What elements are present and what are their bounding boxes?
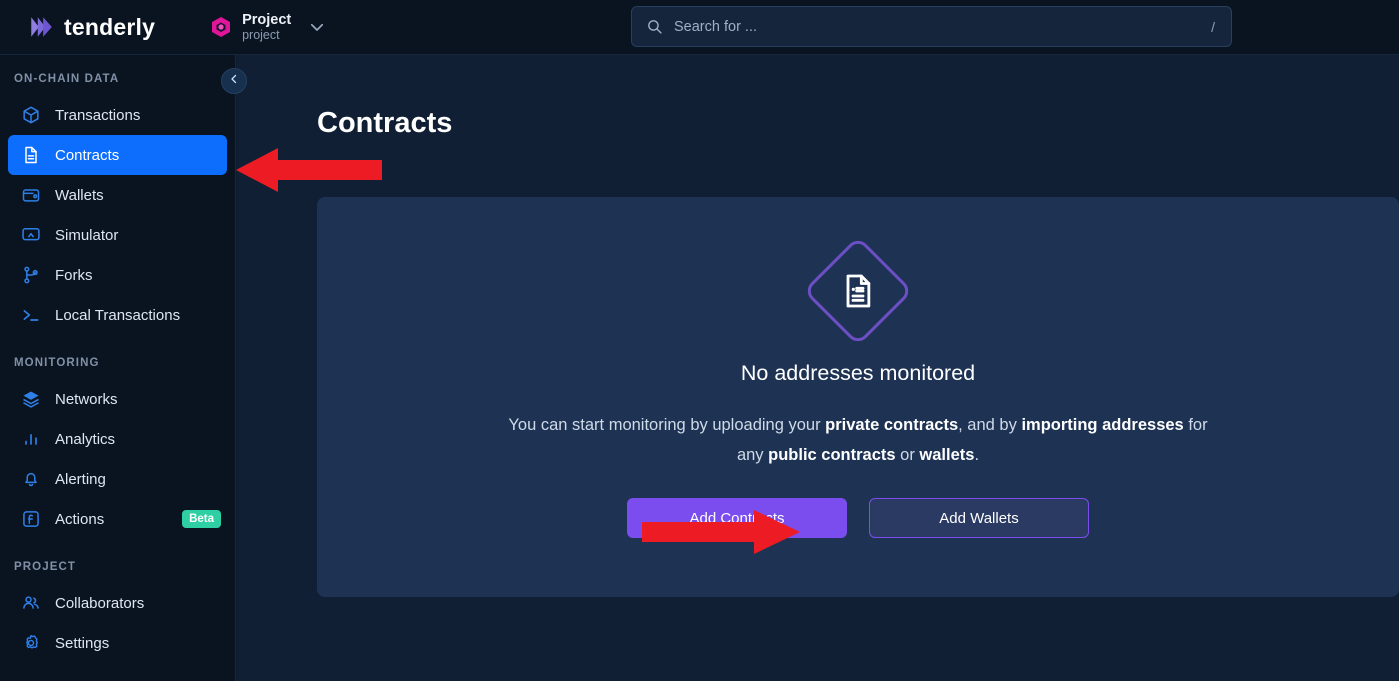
document-in-diamond-icon	[802, 235, 914, 347]
sidebar-section-label-monitoring: MONITORING	[14, 357, 100, 369]
sidebar-section-label-project: PROJECT	[14, 561, 77, 573]
cube-icon	[21, 105, 41, 125]
search-input[interactable]	[674, 18, 1174, 35]
arrow-pointing-to-contracts-nav	[236, 148, 382, 192]
sidebar-item-label: Forks	[55, 266, 93, 284]
sidebar-item-label: Simulator	[55, 226, 119, 244]
desc-part-bold: private contracts	[825, 416, 959, 434]
sidebar-item-label: Settings	[55, 634, 110, 652]
sidebar-item-label: Transactions	[55, 106, 141, 124]
empty-state: No addresses monitored You can start mon…	[317, 197, 1399, 597]
document-icon	[21, 145, 41, 165]
users-icon	[21, 593, 41, 613]
bar-chart-icon	[21, 429, 41, 449]
sidebar-item-label: Collaborators	[55, 594, 145, 612]
project-subtitle: project	[242, 28, 280, 43]
sidebar-item-analytics[interactable]: Analytics	[8, 419, 227, 459]
project-name: Project	[242, 11, 292, 28]
sidebar-item-label: Local Transactions	[55, 306, 181, 324]
project-labels: Project project	[242, 12, 291, 42]
desc-part: or	[895, 446, 920, 464]
sidebar-item-label: Contracts	[55, 146, 120, 164]
sidebar-item-settings[interactable]: Settings	[8, 623, 227, 663]
desc-part: .	[974, 446, 980, 464]
sidebar-item-actions[interactable]: Actions Beta	[8, 499, 227, 539]
sidebar-item-simulator[interactable]: Simulator	[8, 215, 227, 255]
page-title: Contracts	[317, 107, 453, 139]
sidebar-item-label: Networks	[55, 390, 118, 408]
sidebar-item-label: Analytics	[55, 430, 116, 448]
search-shortcut-hint: /	[1211, 18, 1215, 35]
sidebar-item-alerting[interactable]: Alerting	[8, 459, 227, 499]
sidebar-item-label: Actions	[55, 510, 105, 528]
wallet-icon	[21, 185, 41, 205]
status-badge-beta: Beta	[182, 510, 221, 528]
sidebar-item-networks[interactable]: Networks	[8, 379, 227, 419]
desc-part: You can start monitoring by uploading yo…	[508, 416, 826, 434]
chevron-left-icon	[228, 72, 240, 90]
sidebar-item-contracts[interactable]: Contracts	[8, 135, 227, 175]
bell-icon	[21, 469, 41, 489]
chevron-down-icon[interactable]	[300, 18, 326, 36]
monitor-icon	[21, 225, 41, 245]
empty-state-title: No addresses monitored	[740, 361, 976, 385]
project-selector[interactable]: Project project	[209, 12, 326, 42]
sidebar: ON-CHAIN DATA Transactions Contracts Wal…	[0, 55, 236, 681]
tenderly-logo-mark-icon	[28, 14, 54, 40]
add-wallets-button[interactable]: Add Wallets	[869, 498, 1089, 538]
search-bar[interactable]: /	[631, 6, 1232, 47]
arrow-pointing-to-add-contracts-button	[642, 510, 800, 554]
terminal-icon	[21, 305, 41, 325]
empty-state-description: You can start monitoring by uploading yo…	[508, 410, 1208, 470]
sidebar-section-label-on-chain-data: ON-CHAIN DATA	[14, 73, 120, 85]
desc-part-bold: wallets	[919, 446, 975, 464]
tenderly-logo-text: tenderly	[64, 13, 156, 40]
sidebar-item-label: Wallets	[55, 186, 104, 204]
layers-icon	[21, 389, 41, 409]
function-icon	[21, 509, 41, 529]
sidebar-collapse-button[interactable]	[221, 68, 247, 94]
sidebar-item-transactions[interactable]: Transactions	[8, 95, 227, 135]
sidebar-item-wallets[interactable]: Wallets	[8, 175, 227, 215]
main-content: Contracts No addresses monitored You can…	[237, 55, 1399, 681]
hexagon-icon	[209, 15, 233, 39]
desc-part-bold: importing addresses	[1021, 416, 1184, 434]
sidebar-item-collaborators[interactable]: Collaborators	[8, 583, 227, 623]
desc-part: , and by	[958, 416, 1022, 434]
gear-icon	[21, 633, 41, 653]
sidebar-item-local-transactions[interactable]: Local Transactions	[8, 295, 227, 335]
desc-part-bold: public contracts	[768, 446, 896, 464]
app-root: tenderly Project project Search for ... …	[0, 0, 1399, 681]
tenderly-logo[interactable]: tenderly	[28, 14, 155, 41]
top-header: tenderly Project project Search for ... …	[0, 0, 1399, 55]
sidebar-item-label: Alerting	[55, 470, 106, 488]
contracts-empty-card: No addresses monitored You can start mon…	[317, 197, 1399, 597]
search-icon	[632, 18, 663, 35]
sidebar-item-forks[interactable]: Forks	[8, 255, 227, 295]
fork-icon	[21, 265, 41, 285]
